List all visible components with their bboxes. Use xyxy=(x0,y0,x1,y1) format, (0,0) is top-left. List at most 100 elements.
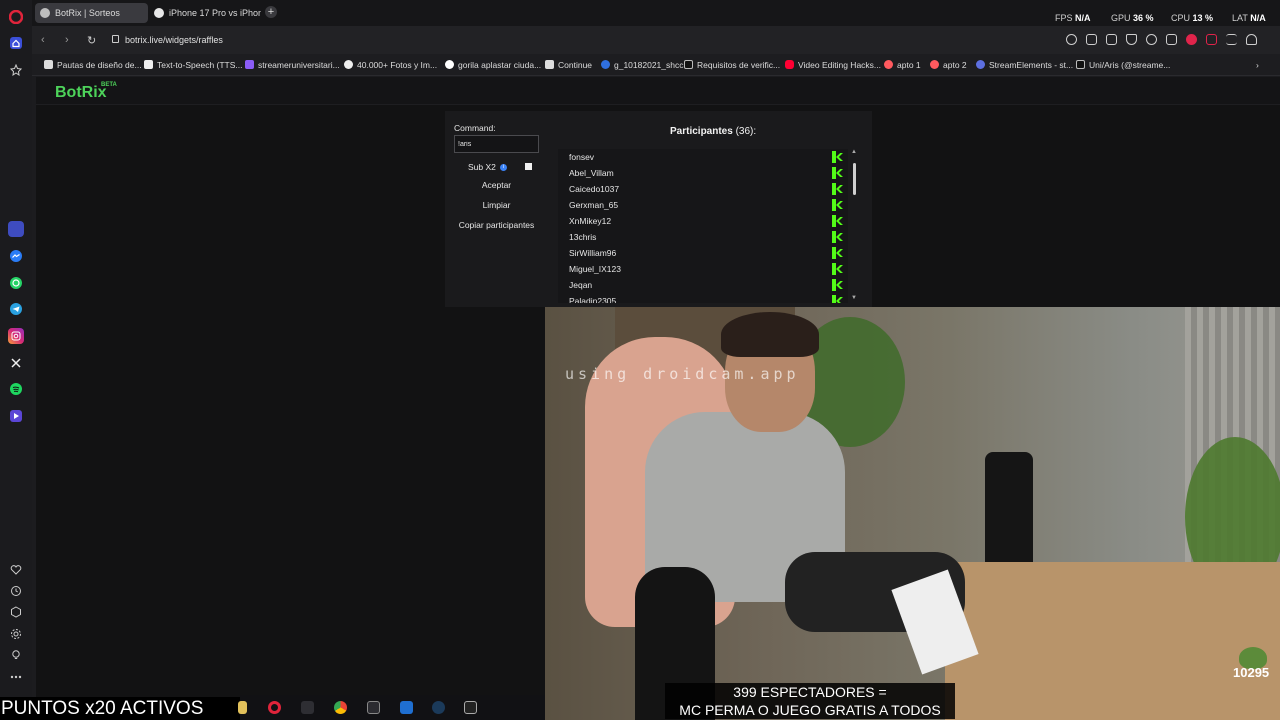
whatsapp-icon[interactable] xyxy=(8,275,24,291)
forward-icon[interactable]: › xyxy=(65,34,69,46)
scroll-up-arrow-icon[interactable]: ▲ xyxy=(851,149,857,155)
accept-button[interactable]: Aceptar xyxy=(454,177,539,193)
spotify-icon[interactable] xyxy=(8,381,24,397)
epic-games-icon[interactable] xyxy=(464,701,477,714)
history-icon[interactable] xyxy=(8,583,24,599)
raffle-panel: Command: Sub X2 i Aceptar Limpiar Copiar… xyxy=(445,111,872,307)
vscode-icon[interactable] xyxy=(400,701,413,714)
participants-scrollbar[interactable]: ▲ ▼ xyxy=(851,149,859,303)
scroll-thumb[interactable] xyxy=(853,163,856,196)
bookmark-item[interactable]: Video Editing Hacks... xyxy=(785,60,881,70)
sub-x2-checkbox[interactable] xyxy=(525,163,532,170)
more-icon[interactable] xyxy=(8,669,24,685)
participant-row[interactable]: SirWilliam96 xyxy=(558,245,843,261)
tab-iphone[interactable]: iPhone 17 Pro vs iPhone 1 xyxy=(149,3,261,23)
participant-name: fonsev xyxy=(569,152,595,162)
participant-row[interactable]: Gerxman_65 xyxy=(558,197,843,213)
caption-line-2: MC PERMA O JUEGO GRATIS A TODOS xyxy=(679,702,941,718)
profile-icon[interactable] xyxy=(1246,34,1257,45)
copy-participants-button[interactable]: Copiar participantes xyxy=(454,217,539,233)
browser-sidebar xyxy=(0,0,32,720)
chrome-icon[interactable] xyxy=(334,701,347,714)
kick-icon xyxy=(832,183,843,195)
app-icon[interactable] xyxy=(301,701,314,714)
obs-window-icon[interactable] xyxy=(367,701,380,714)
opera-logo-icon[interactable] xyxy=(8,9,24,25)
pinboard-icon[interactable] xyxy=(8,62,24,78)
camera-icon[interactable] xyxy=(1106,34,1117,45)
heart-icon[interactable] xyxy=(8,562,24,578)
tab-botrix-sorteos[interactable]: BotRix | Sorteos xyxy=(35,3,148,23)
play-icon[interactable] xyxy=(1166,34,1177,45)
back-icon[interactable]: ‹ xyxy=(41,34,45,46)
home-icon[interactable] xyxy=(8,35,24,51)
download-icon[interactable] xyxy=(1206,34,1217,45)
lightbulb-icon[interactable] xyxy=(8,647,24,663)
webcam-person-hair xyxy=(721,312,819,357)
bookmark-item[interactable]: streameruniversitari... xyxy=(245,60,340,70)
settings-gear-icon[interactable] xyxy=(8,626,24,642)
channel-points-badge: 10295 xyxy=(1233,647,1273,681)
botrix-logo[interactable]: BotRix xyxy=(55,84,107,102)
bookmark-item[interactable]: Pautas de diseño de... xyxy=(44,60,142,70)
bookmark-item[interactable]: StreamElements - st... xyxy=(976,60,1073,70)
kick-icon xyxy=(832,215,843,227)
file-explorer-icon[interactable] xyxy=(238,701,247,714)
extensions-icon[interactable] xyxy=(8,604,24,620)
bookmark-app-icon xyxy=(601,60,610,69)
participant-row[interactable]: Miguel_IX123 xyxy=(558,261,843,277)
shield-icon[interactable] xyxy=(1126,34,1137,45)
x-twitter-icon xyxy=(684,60,693,69)
steam-icon[interactable] xyxy=(432,701,445,714)
webcam-overlay: using droidcam.app 399 ESPECTADORES = MC… xyxy=(545,307,1280,720)
bookmark-item[interactable]: Requisitos de verific... xyxy=(684,60,780,70)
points-banner: PUNTOS x20 ACTIVOS xyxy=(0,697,240,720)
reload-icon[interactable]: ↻ xyxy=(87,34,96,47)
participant-name: 13chris xyxy=(569,232,597,242)
bookmark-item[interactable]: Uni/Aris (@streame... xyxy=(1076,60,1170,70)
messenger-icon[interactable] xyxy=(8,248,24,264)
vpn-icon[interactable] xyxy=(1146,34,1157,45)
command-input[interactable] xyxy=(454,135,539,153)
bookmark-item[interactable]: Continue xyxy=(545,60,592,70)
webcam-cardboard-box xyxy=(945,562,1280,720)
info-icon[interactable]: i xyxy=(500,164,507,171)
bookmark-item[interactable]: gorila aplastar ciuda... xyxy=(445,60,541,70)
bookmarks-overflow-chevron-icon[interactable]: › xyxy=(1256,60,1259,70)
url-field[interactable]: botrix.live/widgets/raffles xyxy=(125,35,223,45)
bookmark-item[interactable]: Text-to-Speech (TTS... xyxy=(144,60,243,70)
participant-row[interactable]: Abel_Villam xyxy=(558,165,843,181)
kick-icon xyxy=(832,279,843,291)
new-tab-plus-icon[interactable]: + xyxy=(265,6,277,18)
scroll-down-arrow-icon[interactable]: ▼ xyxy=(851,295,857,301)
document-icon xyxy=(44,60,53,69)
screen: BotRix | Sorteos iPhone 17 Pro vs iPhone… xyxy=(0,0,1280,720)
bookmark-item[interactable]: g_10182021_shcc xyxy=(601,60,683,70)
bookmark-item[interactable]: apto 2 xyxy=(930,60,967,70)
bookmark-item[interactable]: apto 1 xyxy=(884,60,921,70)
menu-icon[interactable] xyxy=(1226,34,1237,45)
participant-row[interactable]: fonsev xyxy=(558,149,843,165)
droidcam-watermark: using droidcam.app xyxy=(565,365,800,383)
tab-label: BotRix | Sorteos xyxy=(55,8,120,18)
bookmark-item[interactable]: 40.000+ Fotos y Im... xyxy=(344,60,437,70)
aria-icon[interactable] xyxy=(8,221,24,237)
participant-row[interactable]: Caicedo1037 xyxy=(558,181,843,197)
participant-row[interactable]: Jeqan xyxy=(558,277,843,293)
opera-taskbar-icon[interactable] xyxy=(268,701,281,714)
heart-icon[interactable] xyxy=(1186,34,1197,45)
player-icon[interactable] xyxy=(8,408,24,424)
clear-button[interactable]: Limpiar xyxy=(454,197,539,213)
search-icon[interactable] xyxy=(1066,34,1077,45)
participant-row[interactable]: XnMikey12 xyxy=(558,213,843,229)
instagram-icon[interactable] xyxy=(8,328,24,344)
twitch-icon xyxy=(245,60,254,69)
x-twitter-icon[interactable] xyxy=(8,355,24,371)
participant-name: Miguel_IX123 xyxy=(569,264,621,274)
edit-icon[interactable] xyxy=(1086,34,1097,45)
airbnb-icon xyxy=(930,60,939,69)
participant-row[interactable]: Paladin2305 xyxy=(558,293,843,303)
participants-list[interactable]: fonsev Abel_Villam Caicedo1037 Gerxman_65 Xn… xyxy=(558,149,848,303)
participant-row[interactable]: 13chris xyxy=(558,229,843,245)
telegram-icon[interactable] xyxy=(8,301,24,317)
